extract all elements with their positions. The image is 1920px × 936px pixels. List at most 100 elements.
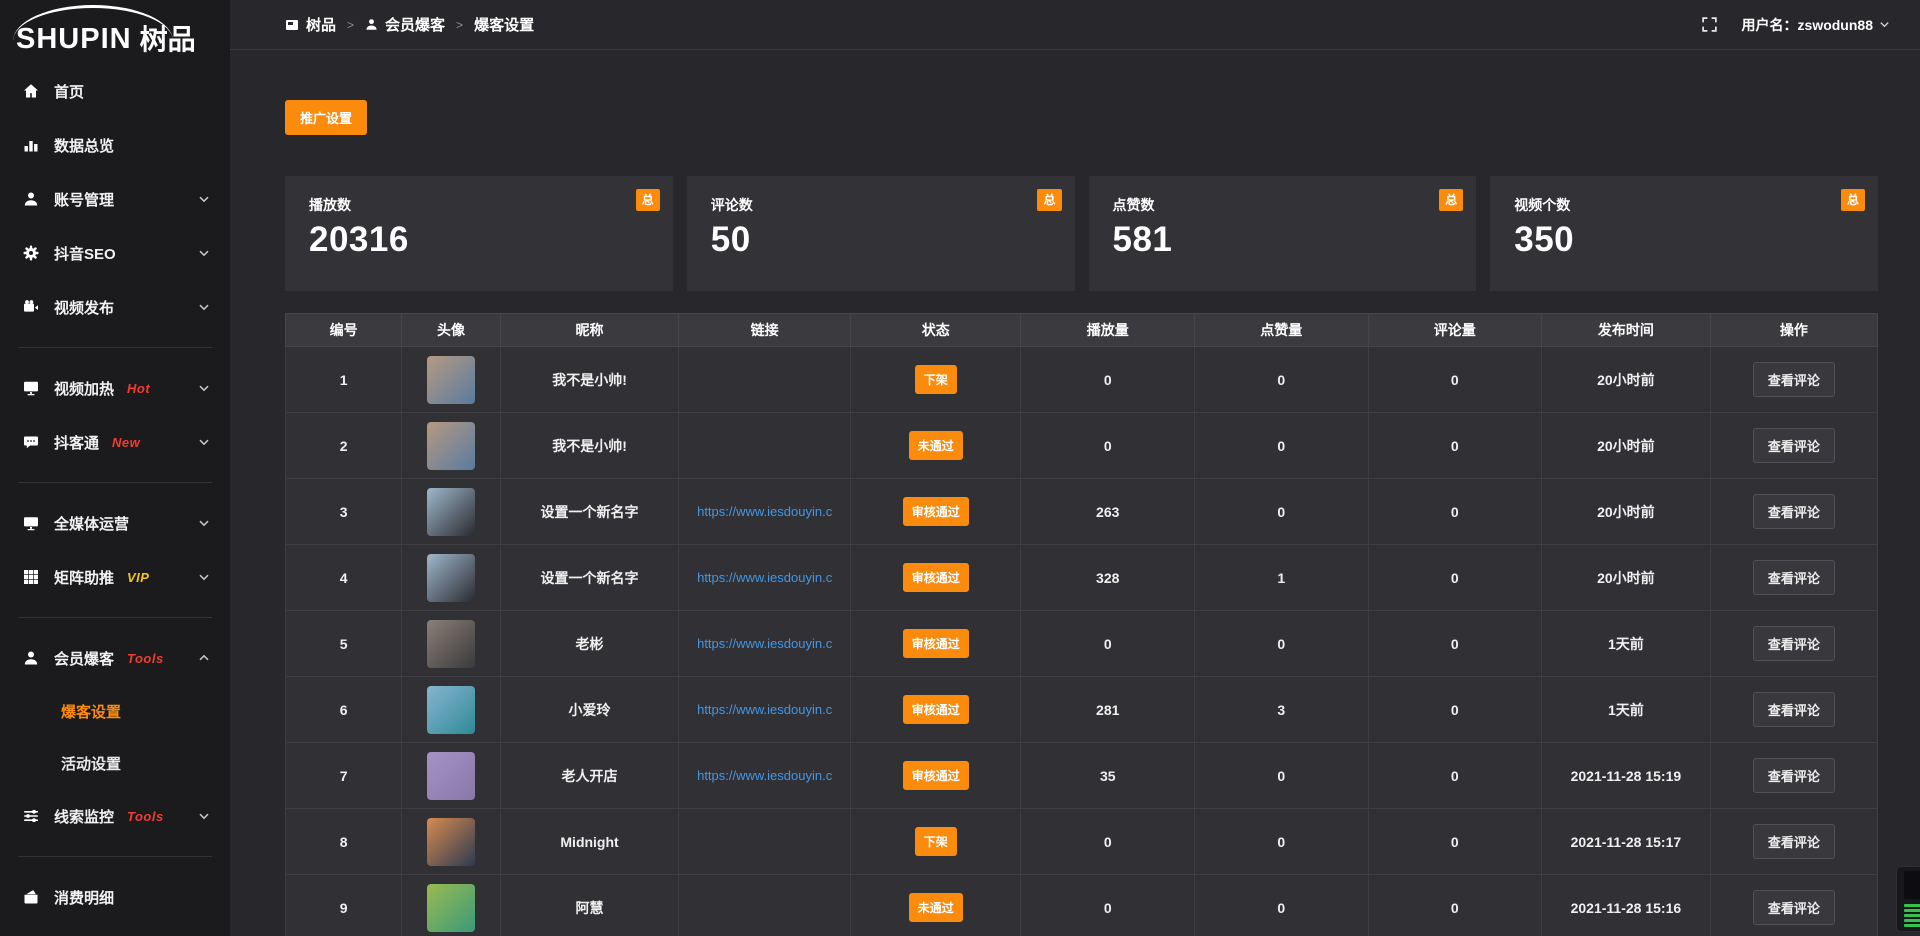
user-menu[interactable]: 用户名：zswodun88 (1742, 15, 1890, 35)
cell-action: 查看评论 (1710, 479, 1877, 545)
view-comments-button[interactable]: 查看评论 (1753, 626, 1835, 661)
cell-likes: 0 (1194, 347, 1368, 413)
column-header: 点赞量 (1194, 314, 1368, 347)
stat-label: 点赞数 (1113, 195, 1453, 215)
status-button[interactable]: 审核通过 (903, 629, 969, 658)
cell-plays: 0 (1021, 413, 1195, 479)
cell-action: 查看评论 (1710, 677, 1877, 743)
sidebar-item-data-overview[interactable]: 数据总览 (0, 118, 230, 172)
stat-cards: 播放数20316总评论数50总点赞数581总视频个数350总 (285, 176, 1878, 291)
status-button[interactable]: 下架 (915, 827, 957, 856)
cell-status: 下架 (851, 809, 1021, 875)
cell-time: 20小时前 (1542, 413, 1711, 479)
cell-plays: 0 (1021, 875, 1195, 936)
sidebar-divider (18, 617, 212, 618)
sidebar-item-label: 账号管理 (54, 189, 114, 210)
video-link[interactable]: https://www.iesdouyin.c (679, 570, 850, 585)
avatar (427, 620, 475, 668)
video-link[interactable]: https://www.iesdouyin.c (679, 768, 850, 783)
view-comments-button[interactable]: 查看评论 (1753, 494, 1835, 529)
sidebar-item-clue-monitor[interactable]: 线索监控Tools (0, 789, 230, 843)
topbar-right: 用户名：zswodun88 (1701, 15, 1890, 35)
table-row: 9阿慧未通过0002021-11-28 15:16查看评论 (286, 875, 1878, 936)
sidebar-item-douketong[interactable]: 抖客通New (0, 415, 230, 469)
sidebar-item-label: 视频发布 (54, 297, 114, 318)
cell-status: 审核通过 (851, 743, 1021, 809)
cell-id: 1 (286, 347, 402, 413)
sidebar-item-account-manage[interactable]: 账号管理 (0, 172, 230, 226)
sidebar-item-consume-detail[interactable]: 消费明细 (0, 870, 230, 924)
sidebar-item-matrix-boost[interactable]: 矩阵助推VIP (0, 550, 230, 604)
sidebar-item-media-operation[interactable]: 全媒体运营 (0, 496, 230, 550)
chevron-down-icon (198, 810, 210, 822)
view-comments-button[interactable]: 查看评论 (1753, 560, 1835, 595)
status-button[interactable]: 审核通过 (903, 695, 969, 724)
sidebar-item-douyin-seo[interactable]: 抖音SEO (0, 226, 230, 280)
breadcrumb-separator: > (347, 18, 354, 32)
cell-time: 20小时前 (1542, 479, 1711, 545)
sidebar-nav: 首页数据总览账号管理抖音SEO 视频发布视频加热Hot抖客通New 全媒体运营矩阵助… (0, 54, 230, 936)
view-comments-button[interactable]: 查看评论 (1753, 362, 1835, 397)
floating-widget-bar (1904, 919, 1920, 922)
video-link[interactable]: https://www.iesdouyin.c (679, 636, 850, 651)
cell-nickname: 阿慧 (500, 875, 678, 936)
view-comments-button[interactable]: 查看评论 (1753, 824, 1835, 859)
chevron-down-icon (198, 517, 210, 529)
cell-comments: 0 (1368, 347, 1542, 413)
cell-time: 20小时前 (1542, 545, 1711, 611)
cell-link: https://www.iesdouyin.c (679, 479, 851, 545)
avatar (427, 356, 475, 404)
sliders-icon (22, 808, 40, 824)
sidebar-divider (18, 482, 212, 483)
cell-avatar (402, 479, 501, 545)
status-button[interactable]: 审核通过 (903, 563, 969, 592)
sidebar-item-badge: Tools (127, 651, 164, 666)
chat-icon (22, 434, 40, 450)
cell-nickname: 设置一个新名字 (500, 479, 678, 545)
stat-value: 20316 (309, 220, 649, 260)
stat-card: 播放数20316总 (285, 176, 673, 291)
avatar (427, 422, 475, 470)
cell-id: 4 (286, 545, 402, 611)
floating-widget-bar (1904, 924, 1920, 927)
sidebar-item-home[interactable]: 首页 (0, 64, 230, 118)
sidebar-item-video-heat[interactable]: 视频加热Hot (0, 361, 230, 415)
app-logo[interactable]: SHUPIN 树品 (0, 0, 230, 54)
cell-avatar (402, 347, 501, 413)
video-link[interactable]: https://www.iesdouyin.c (679, 702, 850, 717)
sidebar-subitem-baoke-settings[interactable]: 爆客设置 (0, 685, 230, 737)
status-button[interactable]: 未通过 (909, 893, 963, 922)
sidebar-item-member-baoke[interactable]: 会员爆客Tools (0, 631, 230, 685)
table-row: 5老彬https://www.iesdouyin.c审核通过0001天前查看评论 (286, 611, 1878, 677)
cell-avatar (402, 875, 501, 936)
sidebar-divider (18, 856, 212, 857)
status-button[interactable]: 审核通过 (903, 761, 969, 790)
avatar (427, 488, 475, 536)
promotion-settings-button[interactable]: 推广设置 (285, 100, 367, 135)
cell-likes: 3 (1194, 677, 1368, 743)
total-badge: 总 (1037, 189, 1061, 211)
breadcrumb-item-member[interactable]: 会员爆客 (365, 14, 445, 35)
sidebar-item-operation-help[interactable]: ?操作说明 (0, 924, 230, 936)
cell-status: 下架 (851, 347, 1021, 413)
video-link[interactable]: https://www.iesdouyin.c (679, 504, 850, 519)
floating-widget[interactable] (1896, 866, 1920, 932)
cell-action: 查看评论 (1710, 347, 1877, 413)
sidebar-item-video-publish[interactable]: 视频发布 (0, 280, 230, 334)
breadcrumb-item-current: 爆客设置 (474, 14, 534, 35)
column-header: 评论量 (1368, 314, 1542, 347)
status-button[interactable]: 未通过 (909, 431, 963, 460)
sidebar-subitem-activity-settings[interactable]: 活动设置 (0, 737, 230, 789)
view-comments-button[interactable]: 查看评论 (1753, 428, 1835, 463)
view-comments-button[interactable]: 查看评论 (1753, 692, 1835, 727)
total-badge: 总 (1439, 189, 1463, 211)
view-comments-button[interactable]: 查看评论 (1753, 758, 1835, 793)
stat-card: 点赞数581总 (1089, 176, 1477, 291)
fullscreen-icon[interactable] (1701, 16, 1718, 33)
avatar (427, 686, 475, 734)
cell-plays: 263 (1021, 479, 1195, 545)
status-button[interactable]: 审核通过 (903, 497, 969, 526)
view-comments-button[interactable]: 查看评论 (1753, 890, 1835, 925)
status-button[interactable]: 下架 (915, 365, 957, 394)
breadcrumb-item-shupin[interactable]: 树品 (285, 14, 336, 35)
